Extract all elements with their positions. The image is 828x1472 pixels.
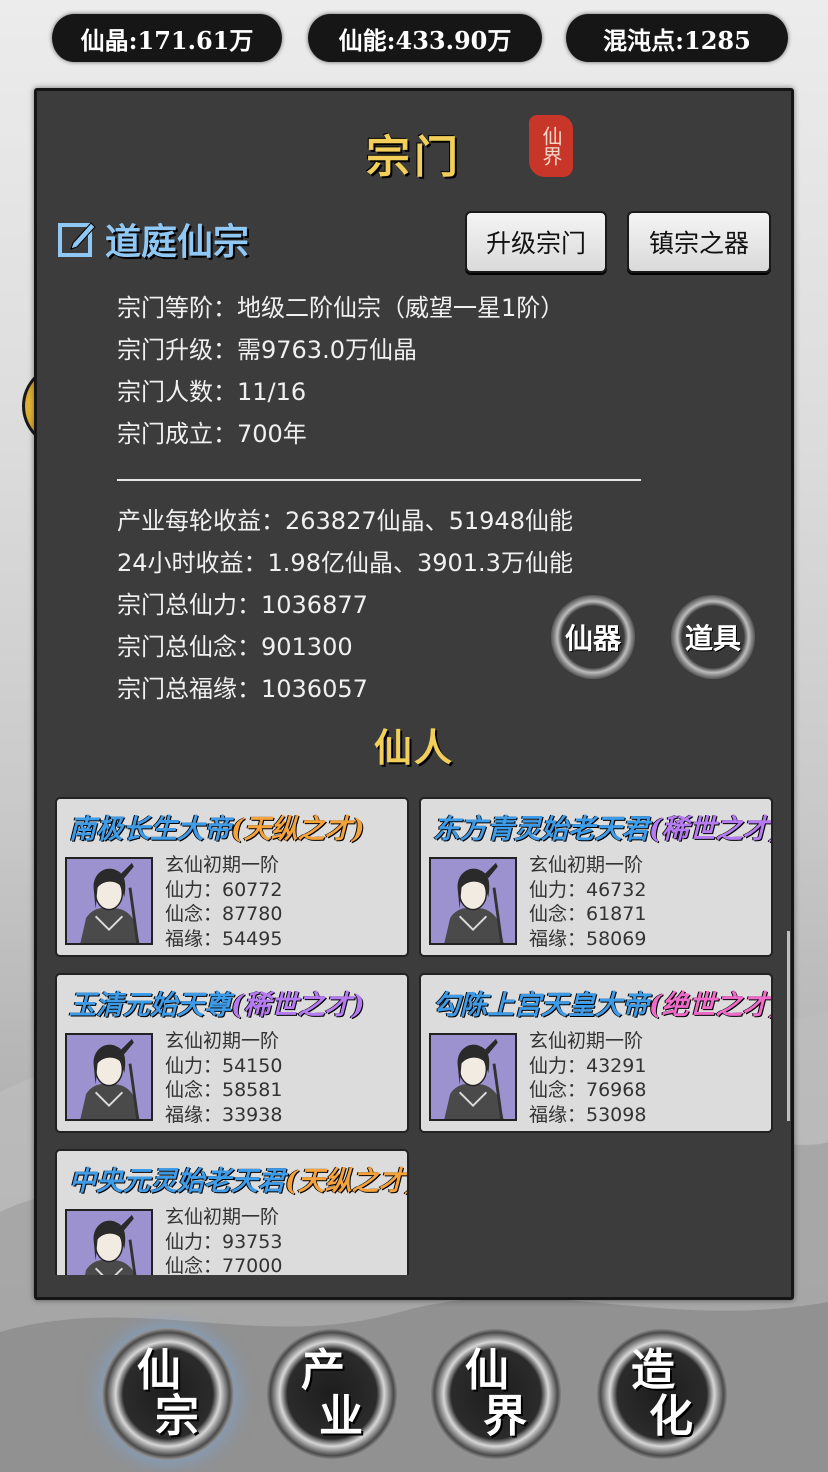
immortal-name: 中央元灵始老天君(天纵之才) <box>69 1159 409 1198</box>
sect-members: 宗门人数：11/16 <box>117 378 307 406</box>
nav-sect-button[interactable]: 仙 宗 <box>102 1328 234 1460</box>
realm-text: 玄仙初期一阶 <box>165 854 280 876</box>
item-button[interactable]: 道具 <box>671 595 755 679</box>
energy-counter: 仙能:433.90万 <box>308 14 542 62</box>
daily-income: 24小时收益：1.98亿仙晶、3901.3万仙能 <box>117 549 573 577</box>
sect-age: 宗门成立：700年 <box>117 420 307 448</box>
total-mind: 宗门总仙念：901300 <box>117 633 353 661</box>
immortal-name: 东方青灵始老天君(稀世之才) <box>433 807 773 846</box>
nav-industry-button[interactable]: 产 业 <box>266 1328 398 1460</box>
sect-treasure-button[interactable]: 镇宗之器 <box>627 211 771 273</box>
mind-text: 仙念：76968 <box>529 1079 647 1101</box>
immortal-card[interactable]: 东方青灵始老天君(稀世之才) 玄仙初期一阶 仙力：46732 仙念：61871 福缘：5… <box>419 797 773 957</box>
power-text: 仙力：54150 <box>165 1054 283 1077</box>
total-power: 宗门总仙力：1036877 <box>117 591 368 619</box>
nav-label-top: 造 <box>631 1345 675 1396</box>
mind-text: 仙念：58581 <box>165 1079 283 1101</box>
nav-creation-button[interactable]: 造 化 <box>596 1328 728 1460</box>
sect-panel: 宗门 仙界 道庭仙宗 升级宗门 镇宗之器 宗门等阶：地级二阶仙宗（威望一星1阶）… <box>34 88 794 1300</box>
scrollbar[interactable] <box>787 931 790 1121</box>
nav-label-bottom: 界 <box>483 1391 527 1442</box>
crystal-counter: 仙晶:171.61万 <box>52 14 282 62</box>
sect-name-row[interactable]: 道庭仙宗 <box>57 213 249 265</box>
talent-label: (绝世之才) <box>649 990 773 1021</box>
immortal-portrait <box>429 857 517 945</box>
immortal-portrait <box>65 857 153 945</box>
immortal-portrait <box>65 1209 153 1275</box>
chaos-points-counter: 混沌点:1285 <box>566 14 788 62</box>
immortal-stats: 玄仙初期一阶 仙力：93753 仙念：77000 <box>165 1205 282 1275</box>
immortal-name-text: 东方青灵始老天君 <box>433 814 649 845</box>
luck-text: 福缘：54495 <box>165 927 283 950</box>
immortal-name-text: 勾陈上宫天皇大帝 <box>433 990 649 1021</box>
mind-text: 仙念：61871 <box>529 903 647 925</box>
upgrade-sect-button[interactable]: 升级宗门 <box>465 211 607 273</box>
immortal-card[interactable]: 勾陈上宫天皇大帝(绝世之才) 玄仙初期一阶 仙力：43291 仙念：76968 福缘：5… <box>419 973 773 1133</box>
sect-info: 宗门等阶：地级二阶仙宗（威望一星1阶） 宗门升级：需9763.0万仙晶 宗门人数… <box>117 287 564 455</box>
immortal-stats: 玄仙初期一阶 仙力：46732 仙念：61871 福缘：58069 <box>529 853 646 951</box>
artifact-button[interactable]: 仙器 <box>551 595 635 679</box>
immortal-portrait <box>65 1033 153 1121</box>
immortal-name-text: 中央元灵始老天君 <box>69 1166 285 1197</box>
nav-label-bottom: 业 <box>319 1391 363 1442</box>
nav-label-top: 仙 <box>465 1345 509 1396</box>
immortal-card[interactable]: 中央元灵始老天君(天纵之才) 玄仙初期一阶 仙力：93753 仙念：77000 <box>55 1149 409 1275</box>
panel-title: 宗门 <box>366 132 462 183</box>
sect-name: 道庭仙宗 <box>105 221 250 263</box>
sect-rank: 宗门等阶：地级二阶仙宗（威望一星1阶） <box>117 294 565 322</box>
realm-text: 玄仙初期一阶 <box>529 854 644 876</box>
nav-label-bottom: 宗 <box>155 1391 199 1442</box>
realm-text: 玄仙初期一阶 <box>165 1206 280 1228</box>
sect-stats: 产业每轮收益：263827仙晶、51948仙能 24小时收益：1.98亿仙晶、3… <box>117 500 573 710</box>
luck-text: 福缘：33938 <box>165 1103 283 1126</box>
power-text: 仙力：46732 <box>529 878 647 901</box>
talent-label: (稀世之才) <box>649 814 773 845</box>
talent-label: (天纵之才) <box>285 1166 409 1197</box>
immortal-name-text: 玉清元始天尊 <box>69 990 231 1021</box>
talent-label: (稀世之才) <box>231 990 365 1021</box>
mind-text: 仙念：87780 <box>165 903 283 925</box>
realm-text: 玄仙初期一阶 <box>165 1030 280 1052</box>
immortal-seal-icon: 仙界 <box>529 115 573 177</box>
immortal-name-text: 南极长生大帝 <box>69 814 231 845</box>
immortal-name: 玉清元始天尊(稀世之才) <box>69 983 365 1022</box>
nav-label-bottom: 化 <box>649 1391 693 1442</box>
talent-label: (天纵之才) <box>231 814 365 845</box>
realm-text: 玄仙初期一阶 <box>529 1030 644 1052</box>
immortal-card[interactable]: 南极长生大帝(天纵之才) 玄仙初期一阶 仙力：60772 仙念：87780 福缘：544… <box>55 797 409 957</box>
immortal-stats: 玄仙初期一阶 仙力：54150 仙念：58581 福缘：33938 <box>165 1029 282 1127</box>
nav-realm-button[interactable]: 仙 界 <box>430 1328 562 1460</box>
immortal-list[interactable]: 南极长生大帝(天纵之才) 玄仙初期一阶 仙力：60772 仙念：87780 福缘：544… <box>55 797 775 1275</box>
total-luck: 宗门总福缘：1036057 <box>117 675 368 703</box>
immortal-card[interactable]: 玉清元始天尊(稀世之才) 玄仙初期一阶 仙力：54150 仙念：58581 福缘：339… <box>55 973 409 1133</box>
immortals-title: 仙人 <box>373 725 454 770</box>
immortal-stats: 玄仙初期一阶 仙力：43291 仙念：76968 福缘：53098 <box>529 1029 646 1127</box>
power-text: 仙力：43291 <box>529 1054 647 1077</box>
divider <box>117 479 641 481</box>
luck-text: 福缘：53098 <box>529 1103 647 1126</box>
nav-label-top: 产 <box>301 1345 345 1396</box>
nav-label-top: 仙 <box>137 1345 181 1396</box>
mind-text: 仙念：77000 <box>165 1255 283 1275</box>
immortal-name: 南极长生大帝(天纵之才) <box>69 807 365 846</box>
immortal-name: 勾陈上宫天皇大帝(绝世之才) <box>433 983 773 1022</box>
edit-icon[interactable] <box>57 219 97 259</box>
power-text: 仙力：93753 <box>165 1230 283 1253</box>
luck-text: 福缘：58069 <box>529 927 647 950</box>
sect-upgrade-cost: 宗门升级：需9763.0万仙晶 <box>117 336 417 364</box>
immortal-stats: 玄仙初期一阶 仙力：60772 仙念：87780 福缘：54495 <box>165 853 282 951</box>
round-income: 产业每轮收益：263827仙晶、51948仙能 <box>117 507 573 535</box>
power-text: 仙力：60772 <box>165 878 283 901</box>
immortal-portrait <box>429 1033 517 1121</box>
